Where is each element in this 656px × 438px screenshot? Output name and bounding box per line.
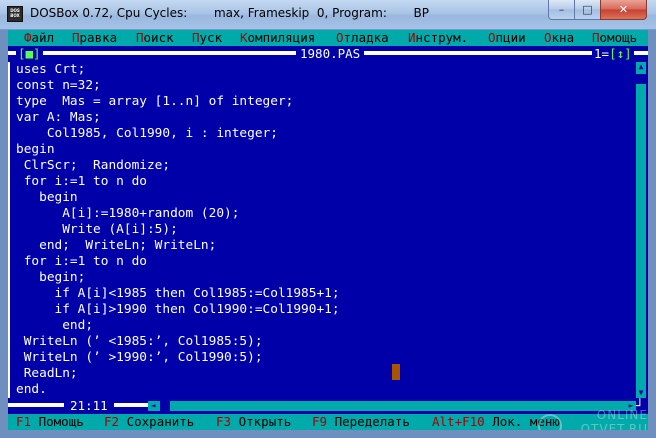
editor-close-button[interactable]: [■]: [16, 46, 43, 62]
code-line[interactable]: A[i]:=1980+random (20);: [16, 206, 634, 222]
menu-bar: Файл Правка Поиск Пуск Компиляция Отладк…: [8, 30, 648, 46]
editor-zoom-button[interactable]: [↕]: [609, 46, 632, 61]
code-line[interactable]: type Mas = array [1..n] of integer;: [16, 94, 634, 110]
dosbox-app-icon[interactable]: DOS BOX: [7, 6, 23, 22]
menu-file[interactable]: Файл: [24, 30, 54, 46]
menu-window[interactable]: Окна: [544, 30, 574, 46]
menu-options[interactable]: Опции: [488, 30, 526, 46]
code-line[interactable]: for i:=1 to n do: [16, 174, 634, 190]
text-cursor: [392, 364, 400, 380]
menu-help[interactable]: Помощь: [592, 30, 637, 46]
code-line[interactable]: var A: Mas;: [16, 110, 634, 126]
editor-window-number: 1=[↕]: [592, 46, 634, 62]
status-make[interactable]: F9 Переделать: [312, 414, 410, 430]
code-line[interactable]: begin;: [16, 270, 634, 286]
maximize-button[interactable]: □: [574, 0, 601, 20]
dosbox-screen[interactable]: Файл Правка Поиск Пуск Компиляция Отладк…: [8, 30, 648, 430]
vertical-scroll-thumb[interactable]: [636, 74, 646, 84]
code-line[interactable]: const n=32;: [16, 78, 634, 94]
app-icon-label: DOS BOX: [10, 8, 20, 18]
code-editor[interactable]: uses Crt; const n=32; type Mas = array [1.…: [16, 62, 634, 398]
menu-debug[interactable]: Отладка: [336, 30, 389, 46]
vertical-scrollbar[interactable]: ▲ ▼: [636, 62, 646, 398]
code-line[interactable]: ClrScr; Randomize;: [16, 158, 634, 174]
menu-search[interactable]: Поиск: [136, 30, 174, 46]
menu-run[interactable]: Пуск: [192, 30, 222, 46]
minimize-button[interactable]: –: [548, 0, 575, 20]
watermark: ONLINE OTVET.RU: [538, 408, 648, 430]
window-titlebar[interactable]: DOS BOX DOSBox 0.72, Cpu Cycles: max, Fr…: [0, 0, 656, 30]
code-line[interactable]: if A[i]<1985 then Col1985:=Col1985+1;: [16, 286, 634, 302]
menu-edit[interactable]: Правка: [72, 30, 117, 46]
code-line[interactable]: Write (A[i]:5);: [16, 222, 634, 238]
scroll-left-arrow-icon[interactable]: ◄: [148, 401, 158, 411]
scroll-down-arrow-icon[interactable]: ▼: [636, 388, 646, 398]
close-button[interactable]: ✕: [600, 0, 647, 20]
status-open[interactable]: F3 Открыть: [216, 414, 291, 430]
code-line[interactable]: end.: [16, 382, 634, 398]
scroll-up-arrow-icon[interactable]: ▲: [636, 62, 646, 72]
status-save[interactable]: F2 Сохранить: [104, 414, 194, 430]
code-line[interactable]: uses Crt;: [16, 62, 634, 78]
status-help[interactable]: F1 Помощь: [16, 414, 84, 430]
editor-frame-top: [■] 1980.PAS 1=[↕]: [8, 46, 648, 62]
menu-compile[interactable]: Компиляция: [240, 30, 315, 46]
code-line[interactable]: WriteLn (’ <1985:’, Col1985:5);: [16, 334, 634, 350]
editor-frame-left: [8, 62, 11, 398]
code-line[interactable]: end; WriteLn; WriteLn;: [16, 238, 634, 254]
horizontal-scroll-thumb[interactable]: [160, 401, 170, 411]
code-line[interactable]: begin: [16, 190, 634, 206]
window-title: DOSBox 0.72, Cpu Cycles: max, Frameskip …: [30, 6, 430, 20]
menu-tools[interactable]: Инструм.: [408, 30, 468, 46]
code-line[interactable]: for i:=1 to n do: [16, 254, 634, 270]
cursor-position: 21:11: [64, 398, 114, 414]
code-line[interactable]: Col1985, Col1990, i : integer;: [16, 126, 634, 142]
code-line[interactable]: begin: [16, 142, 634, 158]
code-line[interactable]: WriteLn (’ >1990:’, Col1990:5);: [16, 350, 634, 366]
code-line[interactable]: ReadLn;: [16, 366, 634, 382]
code-line[interactable]: if A[i]>1990 then Col1990:=Col1990+1;: [16, 302, 634, 318]
editor-file-name: 1980.PAS: [296, 46, 365, 62]
code-line[interactable]: end;: [16, 318, 634, 334]
